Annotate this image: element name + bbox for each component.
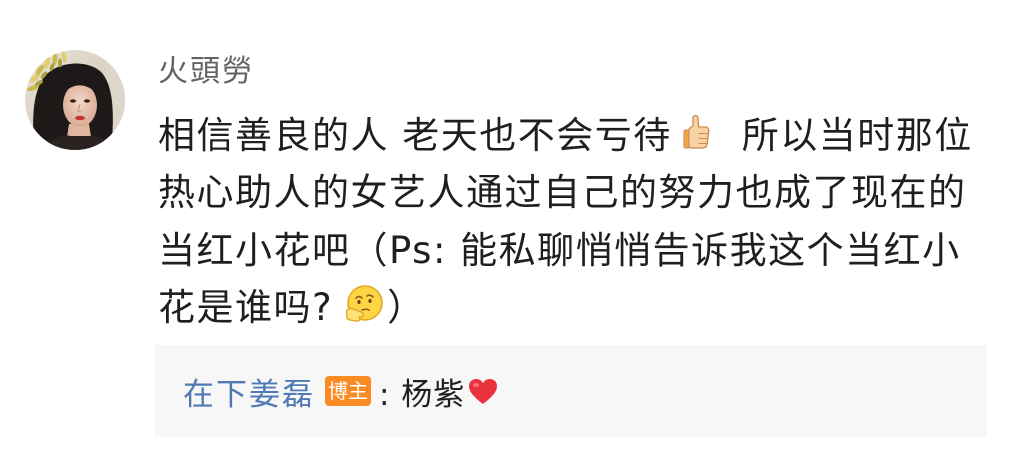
comment-line-text: ）	[387, 286, 426, 330]
thumbs-up-icon	[683, 115, 710, 149]
comment-username[interactable]: 火頭勞	[158, 52, 254, 92]
comment-text: 相信善良的人 老天也不会亏待 所以当时那位 热心助人的女艺人通过自己的努力也成了…	[158, 103, 998, 333]
reply-author[interactable]: 在下姜磊	[183, 369, 315, 414]
comment-line: 热心助人的女艺人通过自己的努力也成了现在的	[158, 161, 998, 219]
comment-line: 相信善良的人 老天也不会亏待 所以当时那位	[158, 103, 998, 161]
comment-line-text: 花是谁吗?	[158, 286, 334, 330]
avatar-photo	[25, 50, 125, 150]
reply-preview[interactable]: 在下姜磊 博主 : 杨紫	[155, 345, 987, 437]
heart-icon	[469, 378, 498, 404]
comment-line-text: 当红小花吧（Ps: 能私聊悄悄告诉我这个当红小	[158, 228, 961, 272]
thinking-face-icon	[346, 285, 383, 323]
avatar[interactable]	[25, 50, 125, 150]
comment-line-text: 热心助人的女艺人通过自己的努力也成了现在的	[158, 171, 967, 215]
blogger-badge: 博主	[325, 376, 371, 406]
comment-line: 花是谁吗? ）	[158, 276, 998, 334]
comment-line: 当红小花吧（Ps: 能私聊悄悄告诉我这个当红小	[158, 218, 998, 276]
reply-text: : 杨紫	[379, 376, 466, 413]
comment-line-text: 相信善良的人 老天也不会亏待	[158, 113, 672, 157]
comment-line-text: 所以当时那位	[741, 113, 973, 157]
